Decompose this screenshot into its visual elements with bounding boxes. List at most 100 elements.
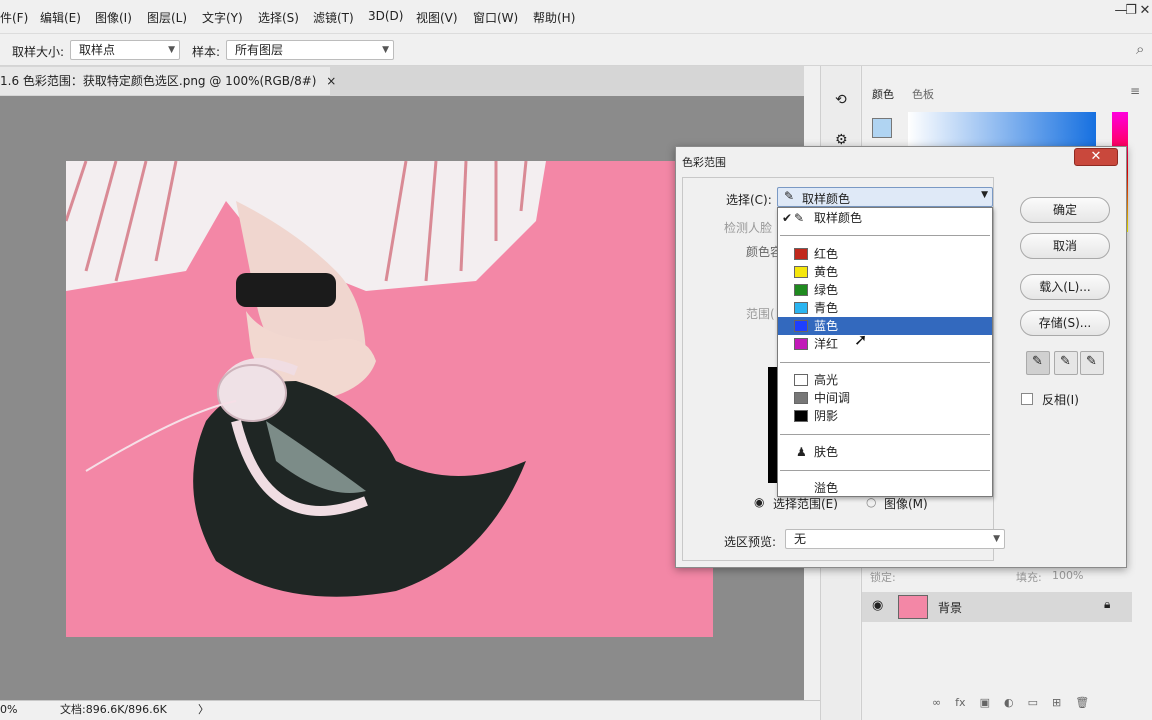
new-layer-icon[interactable]: ⊞ — [1052, 696, 1061, 709]
dialog-title: 色彩范围 — [682, 156, 726, 169]
list-item-greens[interactable]: 绿色 — [778, 281, 992, 299]
tab-close-icon[interactable]: × — [326, 74, 336, 88]
search-icon[interactable]: ⌕ — [1136, 40, 1144, 58]
eyedropper-icon: ✎ — [784, 189, 795, 203]
list-item-skin-tones[interactable]: ♟ 肤色 — [778, 443, 992, 461]
invert-checkbox[interactable] — [1021, 393, 1033, 405]
tab-swatches[interactable]: 色板 — [912, 86, 934, 102]
chevron-down-icon: ▼ — [168, 45, 175, 55]
preview-value: 无 — [794, 532, 807, 546]
radio-image-label[interactable]: 图像(M) — [884, 495, 928, 512]
sample-select[interactable]: 所有图层 ▼ — [226, 40, 394, 60]
menu-window[interactable]: 窗口(W) — [473, 9, 518, 26]
list-item-shadows[interactable]: 阴影 — [778, 407, 992, 425]
dialog-close-button[interactable]: ✕ — [1074, 148, 1118, 166]
list-item-highlights[interactable]: 高光 — [778, 371, 992, 389]
layer-name[interactable]: 背景 — [938, 599, 962, 616]
radio-selection-icon[interactable]: ◉ — [754, 495, 764, 509]
chevron-down-icon: ▼ — [993, 534, 1000, 544]
menu-file[interactable]: 件(F) — [0, 9, 28, 26]
maximize-button[interactable]: ❐ — [1124, 2, 1138, 20]
sample-value: 所有图层 — [235, 43, 284, 57]
add-eyedropper-icon[interactable]: ✎ — [1054, 351, 1078, 375]
layer-thumbnail — [898, 595, 928, 619]
detect-faces-label[interactable]: 检测人脸 — [724, 219, 772, 236]
save-button[interactable]: 存储(S)... — [1020, 310, 1110, 336]
doc-info: 文档:896.6K/896.6K — [60, 703, 167, 716]
eyedropper-tool-icon[interactable]: ✎ — [1026, 351, 1050, 375]
invert-label[interactable]: 反相(I) — [1042, 391, 1079, 408]
dialog-titlebar[interactable]: 色彩范围 ✕ — [676, 147, 1126, 175]
fx-icon[interactable]: fx — [955, 696, 965, 709]
menu-image[interactable]: 图像(I) — [95, 9, 132, 26]
list-item-label: 阴影 — [814, 409, 839, 423]
swatch-blue — [794, 320, 808, 332]
swatch-midtones — [794, 392, 808, 404]
group-icon[interactable]: ▭ — [1028, 696, 1038, 709]
radio-image-icon[interactable]: ○ — [866, 495, 876, 509]
eye-icon[interactable]: ◉ — [872, 598, 883, 613]
link-icon[interactable]: ∞ — [932, 696, 941, 709]
sample-size-select[interactable]: 取样点 ▼ — [70, 40, 180, 60]
menu-3d[interactable]: 3D(D) — [368, 9, 403, 23]
list-item-sampled[interactable]: ✔ ✎ 取样颜色 — [778, 209, 992, 227]
panel-menu-icon[interactable]: ≡ — [1130, 84, 1140, 98]
divider — [780, 362, 990, 363]
select-dropdown[interactable]: ✎ 取样颜色 ▼ — [777, 187, 993, 207]
menu-filter[interactable]: 滤镜(T) — [313, 9, 354, 26]
sample-size-value: 取样点 — [79, 43, 116, 57]
menu-view[interactable]: 视图(V) — [416, 9, 458, 26]
tab-color[interactable]: 颜色 — [872, 86, 894, 102]
list-item-label: 黄色 — [814, 265, 839, 279]
fill-value[interactable]: 100% — [1052, 569, 1083, 582]
cancel-button[interactable]: 取消 — [1020, 233, 1110, 259]
list-item-out-of-gamut[interactable]: 溢色 — [778, 479, 992, 496]
list-item-magentas[interactable]: 洋红 — [778, 335, 992, 353]
list-item-midtones[interactable]: 中间调 — [778, 389, 992, 407]
ok-button[interactable]: 确定 — [1020, 197, 1110, 223]
swatch-yellow — [794, 266, 808, 278]
document-tab[interactable]: 1.6 色彩范围：获取特定颜色选区.png @ 100%(RGB/8#) × — [0, 67, 336, 95]
zoom-level[interactable]: 0% — [0, 701, 17, 719]
select-dropdown-list: ✔ ✎ 取样颜色 红色 黄色 绿色 青色 蓝色 洋红 高光 中间调 阴影 ♟ 肤… — [777, 207, 993, 497]
menu-help[interactable]: 帮助(H) — [533, 9, 575, 26]
fill-label: 填充: — [1016, 571, 1042, 584]
layer-row[interactable]: ◉ 背景 🔒︎ — [862, 592, 1132, 622]
adjustment-icon[interactable]: ◐ — [1004, 696, 1014, 709]
swatch-magenta — [794, 338, 808, 350]
load-button[interactable]: 载入(L)... — [1020, 274, 1110, 300]
chevron-down-icon: ▼ — [981, 190, 988, 200]
layer-lock-label: 锁定: — [870, 571, 896, 584]
history-icon[interactable]: ⟲ — [835, 92, 847, 108]
menu-layer[interactable]: 图层(L) — [147, 9, 187, 26]
preview-select[interactable]: 无 ▼ — [785, 529, 1005, 549]
eyedropper-icon: ✎ — [794, 211, 805, 225]
mask-icon[interactable]: ▣ — [980, 696, 990, 709]
trash-icon[interactable]: 🗑︎ — [1075, 696, 1089, 709]
document-image — [66, 161, 713, 637]
list-item-yellows[interactable]: 黄色 — [778, 263, 992, 281]
close-button[interactable]: ✕ — [1138, 2, 1152, 20]
list-item-label: 绿色 — [814, 283, 839, 297]
subtract-eyedropper-icon[interactable]: ✎ — [1080, 351, 1104, 375]
select-value: 取样颜色 — [802, 192, 851, 206]
document-tab-title: 1.6 色彩范围：获取特定颜色选区.png @ 100%(RGB/8#) — [0, 74, 317, 88]
list-item-reds[interactable]: 红色 — [778, 245, 992, 263]
divider — [780, 235, 990, 236]
foreground-color-swatch[interactable] — [872, 118, 892, 138]
lock-icon[interactable]: 🔒︎ — [1104, 597, 1110, 612]
select-label: 选择(C): — [726, 193, 772, 207]
menu-type[interactable]: 文字(Y) — [202, 9, 243, 26]
swatch-shadows — [794, 410, 808, 422]
list-item-label: 肤色 — [814, 445, 839, 459]
swatch-highlights — [794, 374, 808, 386]
swatch-green — [794, 284, 808, 296]
options-bar: 取样大小: 取样点 ▼ 样本: 所有图层 ▼ ⌕ — [0, 34, 1152, 66]
menu-edit[interactable]: 编辑(E) — [40, 9, 81, 26]
list-item-cyans[interactable]: 青色 — [778, 299, 992, 317]
range-label: 范围( — [746, 307, 775, 321]
status-menu-arrow-icon[interactable]: 〉 — [198, 701, 209, 719]
menu-select[interactable]: 选择(S) — [258, 9, 299, 26]
radio-selection-label[interactable]: 选择范围(E) — [773, 495, 838, 512]
list-item-blues[interactable]: 蓝色 — [778, 317, 992, 335]
